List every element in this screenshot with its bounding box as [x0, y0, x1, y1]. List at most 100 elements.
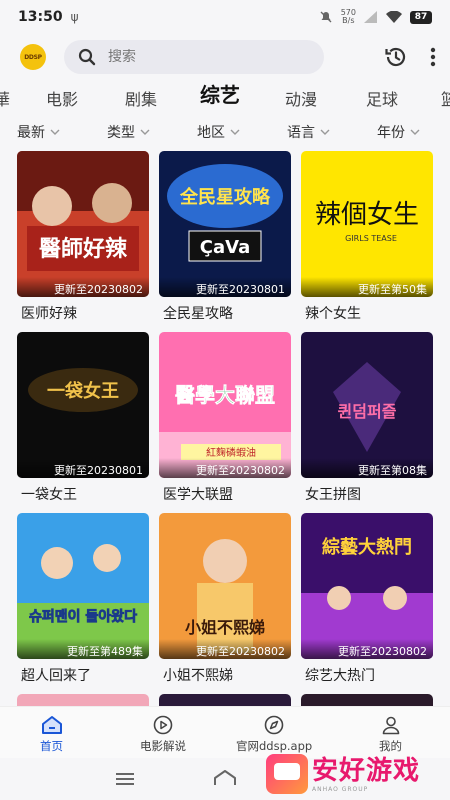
history-icon[interactable] [384, 45, 408, 69]
chevron-down-icon [230, 129, 240, 135]
show-card[interactable]: 醫學大聯盟 紅麴磷蝦油 更新至20230802 医学大联盟 [159, 332, 291, 513]
chevron-down-icon [410, 129, 420, 135]
search-input[interactable] [108, 49, 298, 65]
show-poster[interactable]: 퀸덤퍼즐 更新至第08集 [301, 332, 433, 478]
show-title: 辣个女生 [305, 306, 361, 322]
filter-latest[interactable]: 最新 [17, 122, 60, 142]
show-poster[interactable]: 小姐不熙娣 更新至20230802 [159, 513, 291, 659]
svg-text:ÇaVa: ÇaVa [200, 237, 250, 258]
show-title: 女王拼图 [305, 487, 361, 503]
update-label: 更新至第50集 [301, 277, 433, 297]
watermark-title: 安好游戏 [312, 755, 421, 786]
show-title: 综艺大热门 [305, 668, 375, 684]
show-poster[interactable]: 辣個女生 GIRLS TEASE 更新至第50集 [301, 151, 433, 297]
show-poster[interactable]: 全民星攻略 ÇaVa 更新至20230801 [159, 151, 291, 297]
svg-text:小姐不熙娣: 小姐不熙娣 [185, 618, 265, 637]
compass-icon [264, 715, 284, 735]
update-label: 更新至20230802 [159, 639, 291, 659]
top-bar: DDSP [0, 36, 450, 78]
chevron-down-icon [140, 129, 150, 135]
tab-series[interactable]: 剧集 [125, 86, 157, 110]
filter-type[interactable]: 类型 [107, 122, 150, 142]
svg-text:全民星攻略: 全民星攻略 [179, 186, 271, 208]
filter-language[interactable]: 语言 [287, 122, 330, 142]
poster-art: 小姐不熙娣 [159, 513, 291, 659]
status-bar: 13:50 ψ 570 B/s 87 [0, 0, 450, 34]
poster-art: 슈퍼맨이 돌아왔다 [17, 513, 149, 659]
svg-text:醫師好辣: 醫師好辣 [39, 236, 128, 262]
tab-movies[interactable]: 电影 [46, 86, 78, 110]
category-tabs: 華 电影 剧集 综艺 动漫 足球 篮 [0, 82, 450, 112]
tab-variety[interactable]: 综艺 [200, 82, 240, 108]
nav-home[interactable]: 首页 [40, 715, 63, 754]
show-card[interactable]: 슈퍼맨이 돌아왔다 更新至第489集 超人回来了 [17, 513, 149, 694]
show-card[interactable]: 小姐不熙娣 更新至20230802 小姐不熙娣 [159, 513, 291, 694]
show-title: 医师好辣 [21, 306, 77, 322]
show-title: 小姐不熙娣 [163, 668, 233, 684]
show-poster[interactable]: 醫師好辣 更新至20230802 [17, 151, 149, 297]
show-poster[interactable]: 一袋女王 更新至20230801 [17, 332, 149, 478]
show-card[interactable]: 醫師好辣 更新至20230802 医师好辣 [17, 151, 149, 332]
poster-art: 全民星攻略 ÇaVa [159, 151, 291, 297]
svg-text:GIRLS TEASE: GIRLS TEASE [345, 234, 397, 243]
show-grid: 醫師好辣 更新至20230802 医师好辣 全民星攻略 ÇaVa 更新至2023… [17, 151, 437, 694]
update-label: 更新至20230801 [17, 458, 149, 478]
update-label: 更新至20230802 [301, 639, 433, 659]
chevron-down-icon [320, 129, 330, 135]
tab-football[interactable]: 足球 [366, 86, 398, 110]
poster-art: 퀸덤퍼즐 [301, 332, 433, 478]
poster-art: 綜藝大熱門 [301, 513, 433, 659]
menu-icon[interactable] [115, 772, 135, 786]
filter-year[interactable]: 年份 [377, 122, 420, 142]
svg-text:綜藝大熱門: 綜藝大熱門 [322, 536, 412, 558]
svg-text:一袋女王: 一袋女王 [47, 380, 119, 402]
svg-text:슈퍼맨이 돌아왔다: 슈퍼맨이 돌아왔다 [29, 608, 137, 625]
watermark: 安好游戏 ANHAO GROUP [266, 748, 450, 800]
poster-art: 醫學大聯盟 紅麴磷蝦油 [159, 332, 291, 478]
nav-movie-commentary[interactable]: 电影解说 [140, 715, 186, 754]
network-speed: 570 B/s [340, 8, 356, 25]
search-icon [78, 48, 96, 66]
update-label: 更新至20230801 [159, 277, 291, 297]
show-card[interactable]: 一袋女王 更新至20230801 一袋女王 [17, 332, 149, 513]
show-title: 一袋女王 [21, 487, 77, 503]
watermark-subtitle: ANHAO GROUP [312, 785, 369, 793]
show-title: 医学大联盟 [163, 487, 233, 503]
app-logo[interactable]: DDSP [20, 44, 46, 70]
show-poster[interactable]: 綜藝大熱門 更新至20230802 [301, 513, 433, 659]
show-title: 超人回来了 [21, 668, 91, 684]
wifi-icon [386, 11, 402, 23]
update-label: 更新至第08集 [301, 458, 433, 478]
update-label: 更新至第489集 [17, 639, 149, 659]
battery-indicator: 87 [410, 10, 432, 24]
watermark-logo-icon [266, 754, 308, 794]
home-button-icon[interactable] [213, 769, 237, 787]
svg-text:醫學大聯盟: 醫學大聯盟 [175, 383, 275, 407]
user-icon [382, 716, 399, 735]
filter-region[interactable]: 地区 [197, 122, 240, 142]
play-circle-icon [153, 715, 173, 735]
tab-partial-right[interactable]: 篮 [441, 86, 450, 110]
show-card[interactable]: 全民星攻略 ÇaVa 更新至20230801 全民星攻略 [159, 151, 291, 332]
show-card[interactable]: 辣個女生 GIRLS TEASE 更新至第50集 辣个女生 [301, 151, 433, 332]
update-label: 更新至20230802 [17, 277, 149, 297]
filter-row: 最新 类型 地区 语言 年份 [0, 120, 450, 144]
svg-text:퀸덤퍼즐: 퀸덤퍼즐 [338, 402, 397, 421]
poster-art: 醫師好辣 [17, 151, 149, 297]
show-poster[interactable]: 슈퍼맨이 돌아왔다 更新至第489集 [17, 513, 149, 659]
chevron-down-icon [50, 129, 60, 135]
show-poster[interactable]: 醫學大聯盟 紅麴磷蝦油 更新至20230802 [159, 332, 291, 478]
search-bar[interactable] [64, 40, 324, 74]
tab-partial-left[interactable]: 華 [0, 86, 10, 110]
show-card[interactable]: 綜藝大熱門 更新至20230802 综艺大热门 [301, 513, 433, 694]
mute-icon [320, 11, 332, 23]
more-menu-icon[interactable] [430, 47, 436, 67]
tab-anime[interactable]: 动漫 [285, 86, 317, 110]
poster-art: 一袋女王 [17, 332, 149, 478]
usb-icon: ψ [70, 10, 79, 24]
show-card[interactable]: 퀸덤퍼즐 更新至第08集 女王拼图 [301, 332, 433, 513]
signal-icon [364, 11, 377, 23]
home-icon [41, 716, 62, 734]
status-time: 13:50 [18, 9, 63, 25]
status-icons: 570 B/s 87 [319, 9, 432, 25]
